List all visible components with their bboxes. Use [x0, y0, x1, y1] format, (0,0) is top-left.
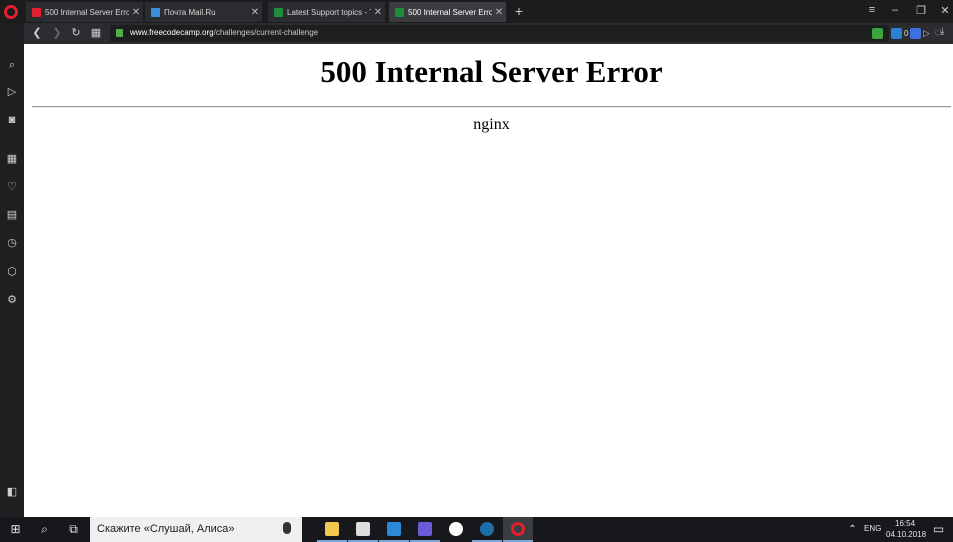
horizontal-rule — [32, 106, 951, 108]
tab-title: 500 Internal Server Error — [408, 7, 492, 17]
url-text[interactable]: www.freecodecamp.org/challenges/current-… — [130, 28, 318, 37]
reload-icon[interactable]: ↻ — [69, 26, 83, 39]
chevron-up-icon[interactable]: ⌃ — [845, 522, 860, 537]
yandex-icon — [449, 522, 463, 536]
windows-taskbar: ⊞ ⌕ ⧉ Скажите «Слушай, Алиса» ⌃ ENG 16:5… — [0, 517, 953, 542]
input-language[interactable]: ENG — [864, 524, 881, 533]
taskbar-steam[interactable] — [472, 517, 502, 542]
steam-icon — [480, 522, 494, 536]
yandex-favicon-icon — [32, 7, 41, 17]
history-clock-icon[interactable]: ◷ — [5, 236, 19, 250]
microphone-icon[interactable] — [283, 522, 291, 534]
mailru-favicon-icon — [151, 7, 160, 17]
adblock-count[interactable]: 0 — [904, 29, 908, 38]
tab-menu-icon[interactable]: ≡ — [864, 4, 880, 16]
taskbar-opera[interactable] — [503, 517, 533, 542]
tab-1[interactable]: 500 Internal Server Error nginx ✕ — [26, 2, 144, 22]
server-name: nginx — [473, 116, 510, 133]
close-tab-icon[interactable]: ✕ — [248, 7, 262, 18]
tab-3[interactable]: Latest Support topics - The freeCodeCamp… — [268, 2, 386, 22]
minimize-icon[interactable]: – — [887, 4, 903, 16]
sidebar-toggle-icon[interactable]: ◧ — [5, 485, 19, 499]
freecodecamp-favicon-icon — [274, 7, 283, 17]
android-extension-icon[interactable] — [872, 28, 883, 39]
send-snapshot-icon[interactable]: ▷ — [921, 28, 932, 39]
folder-icon — [325, 522, 339, 536]
task-view-icon[interactable]: ⧉ — [66, 522, 81, 537]
clock-time[interactable]: 16:54 — [895, 519, 915, 528]
search-icon[interactable]: ⌕ — [5, 58, 19, 72]
search-icon[interactable]: ⌕ — [37, 522, 52, 537]
lock-icon[interactable] — [116, 29, 123, 37]
taskbar-yandex[interactable] — [441, 517, 471, 542]
back-icon[interactable]: ❮ — [30, 26, 44, 39]
close-window-icon[interactable]: ✕ — [937, 4, 953, 17]
tab-title: Почта Mail.Ru — [164, 7, 216, 17]
send-icon[interactable]: ▷ — [5, 85, 19, 99]
sidebar: ⌕ ▷ ◙ ▦ ♡ ▤ ◷ ⬡ ⚙ ◧ — [0, 23, 24, 517]
news-icon[interactable]: ▤ — [5, 208, 19, 222]
tab-2[interactable]: Почта Mail.Ru ✕ — [145, 2, 263, 22]
vpn-extension-icon[interactable] — [891, 28, 902, 39]
freecodecamp-favicon-icon — [395, 7, 404, 17]
cortana-search-box[interactable]: Скажите «Слушай, Алиса» — [90, 517, 302, 542]
windows-start-icon[interactable]: ⊞ — [8, 522, 23, 537]
taskbar-file-explorer[interactable] — [317, 517, 347, 542]
new-tab-icon[interactable]: + — [512, 3, 526, 19]
action-center-icon[interactable]: ▭ — [931, 522, 946, 537]
tab-title: 500 Internal Server Error nginx — [45, 7, 129, 17]
tab-bar: 500 Internal Server Error nginx ✕ Почта … — [0, 0, 953, 23]
bookmarks-heart-icon[interactable]: ♡ — [5, 180, 19, 194]
clock-date[interactable]: 04.10.2018 — [886, 530, 926, 539]
vscode-icon — [387, 522, 401, 536]
taskbar-app-2[interactable] — [348, 517, 378, 542]
taskbar-vscode[interactable] — [379, 517, 409, 542]
restore-icon[interactable]: ❐ — [913, 4, 929, 17]
address-bar: ❮ ❯ ↻ ▦ www.freecodecamp.org/challenges/… — [24, 23, 953, 44]
opera-icon — [511, 522, 525, 536]
tab-4-active[interactable]: 500 Internal Server Error ✕ — [389, 2, 507, 22]
translate-extension-icon[interactable] — [910, 28, 921, 39]
opera-menu-icon[interactable] — [4, 5, 18, 19]
close-tab-icon[interactable]: ✕ — [129, 7, 143, 18]
settings-gear-icon[interactable]: ⚙ — [5, 293, 19, 307]
error-heading: 500 Internal Server Error — [320, 54, 663, 89]
url-path: /challenges/current-challenge — [213, 28, 319, 37]
search-placeholder: Скажите «Слушай, Алиса» — [97, 523, 235, 535]
download-icon[interactable]: ⤓ — [940, 26, 944, 37]
url-host: www.freecodecamp.org — [130, 28, 214, 37]
page-content: 500 Internal Server Error nginx — [24, 44, 953, 517]
camera-icon[interactable]: ◙ — [5, 113, 19, 127]
taskbar-remote-desktop[interactable] — [410, 517, 440, 542]
url-field[interactable]: www.freecodecamp.org/challenges/current-… — [110, 25, 942, 42]
tab-title: Latest Support topics - The freeCodeCamp… — [287, 7, 371, 17]
speed-dial-icon[interactable]: ▦ — [89, 26, 103, 39]
close-tab-icon[interactable]: ✕ — [371, 7, 385, 18]
speed-dial-icon[interactable]: ▦ — [5, 152, 19, 166]
forward-icon[interactable]: ❯ — [50, 26, 64, 39]
app-icon — [356, 522, 370, 536]
close-tab-icon[interactable]: ✕ — [492, 7, 506, 18]
remote-desktop-icon — [418, 522, 432, 536]
extensions-cube-icon[interactable]: ⬡ — [5, 265, 19, 279]
